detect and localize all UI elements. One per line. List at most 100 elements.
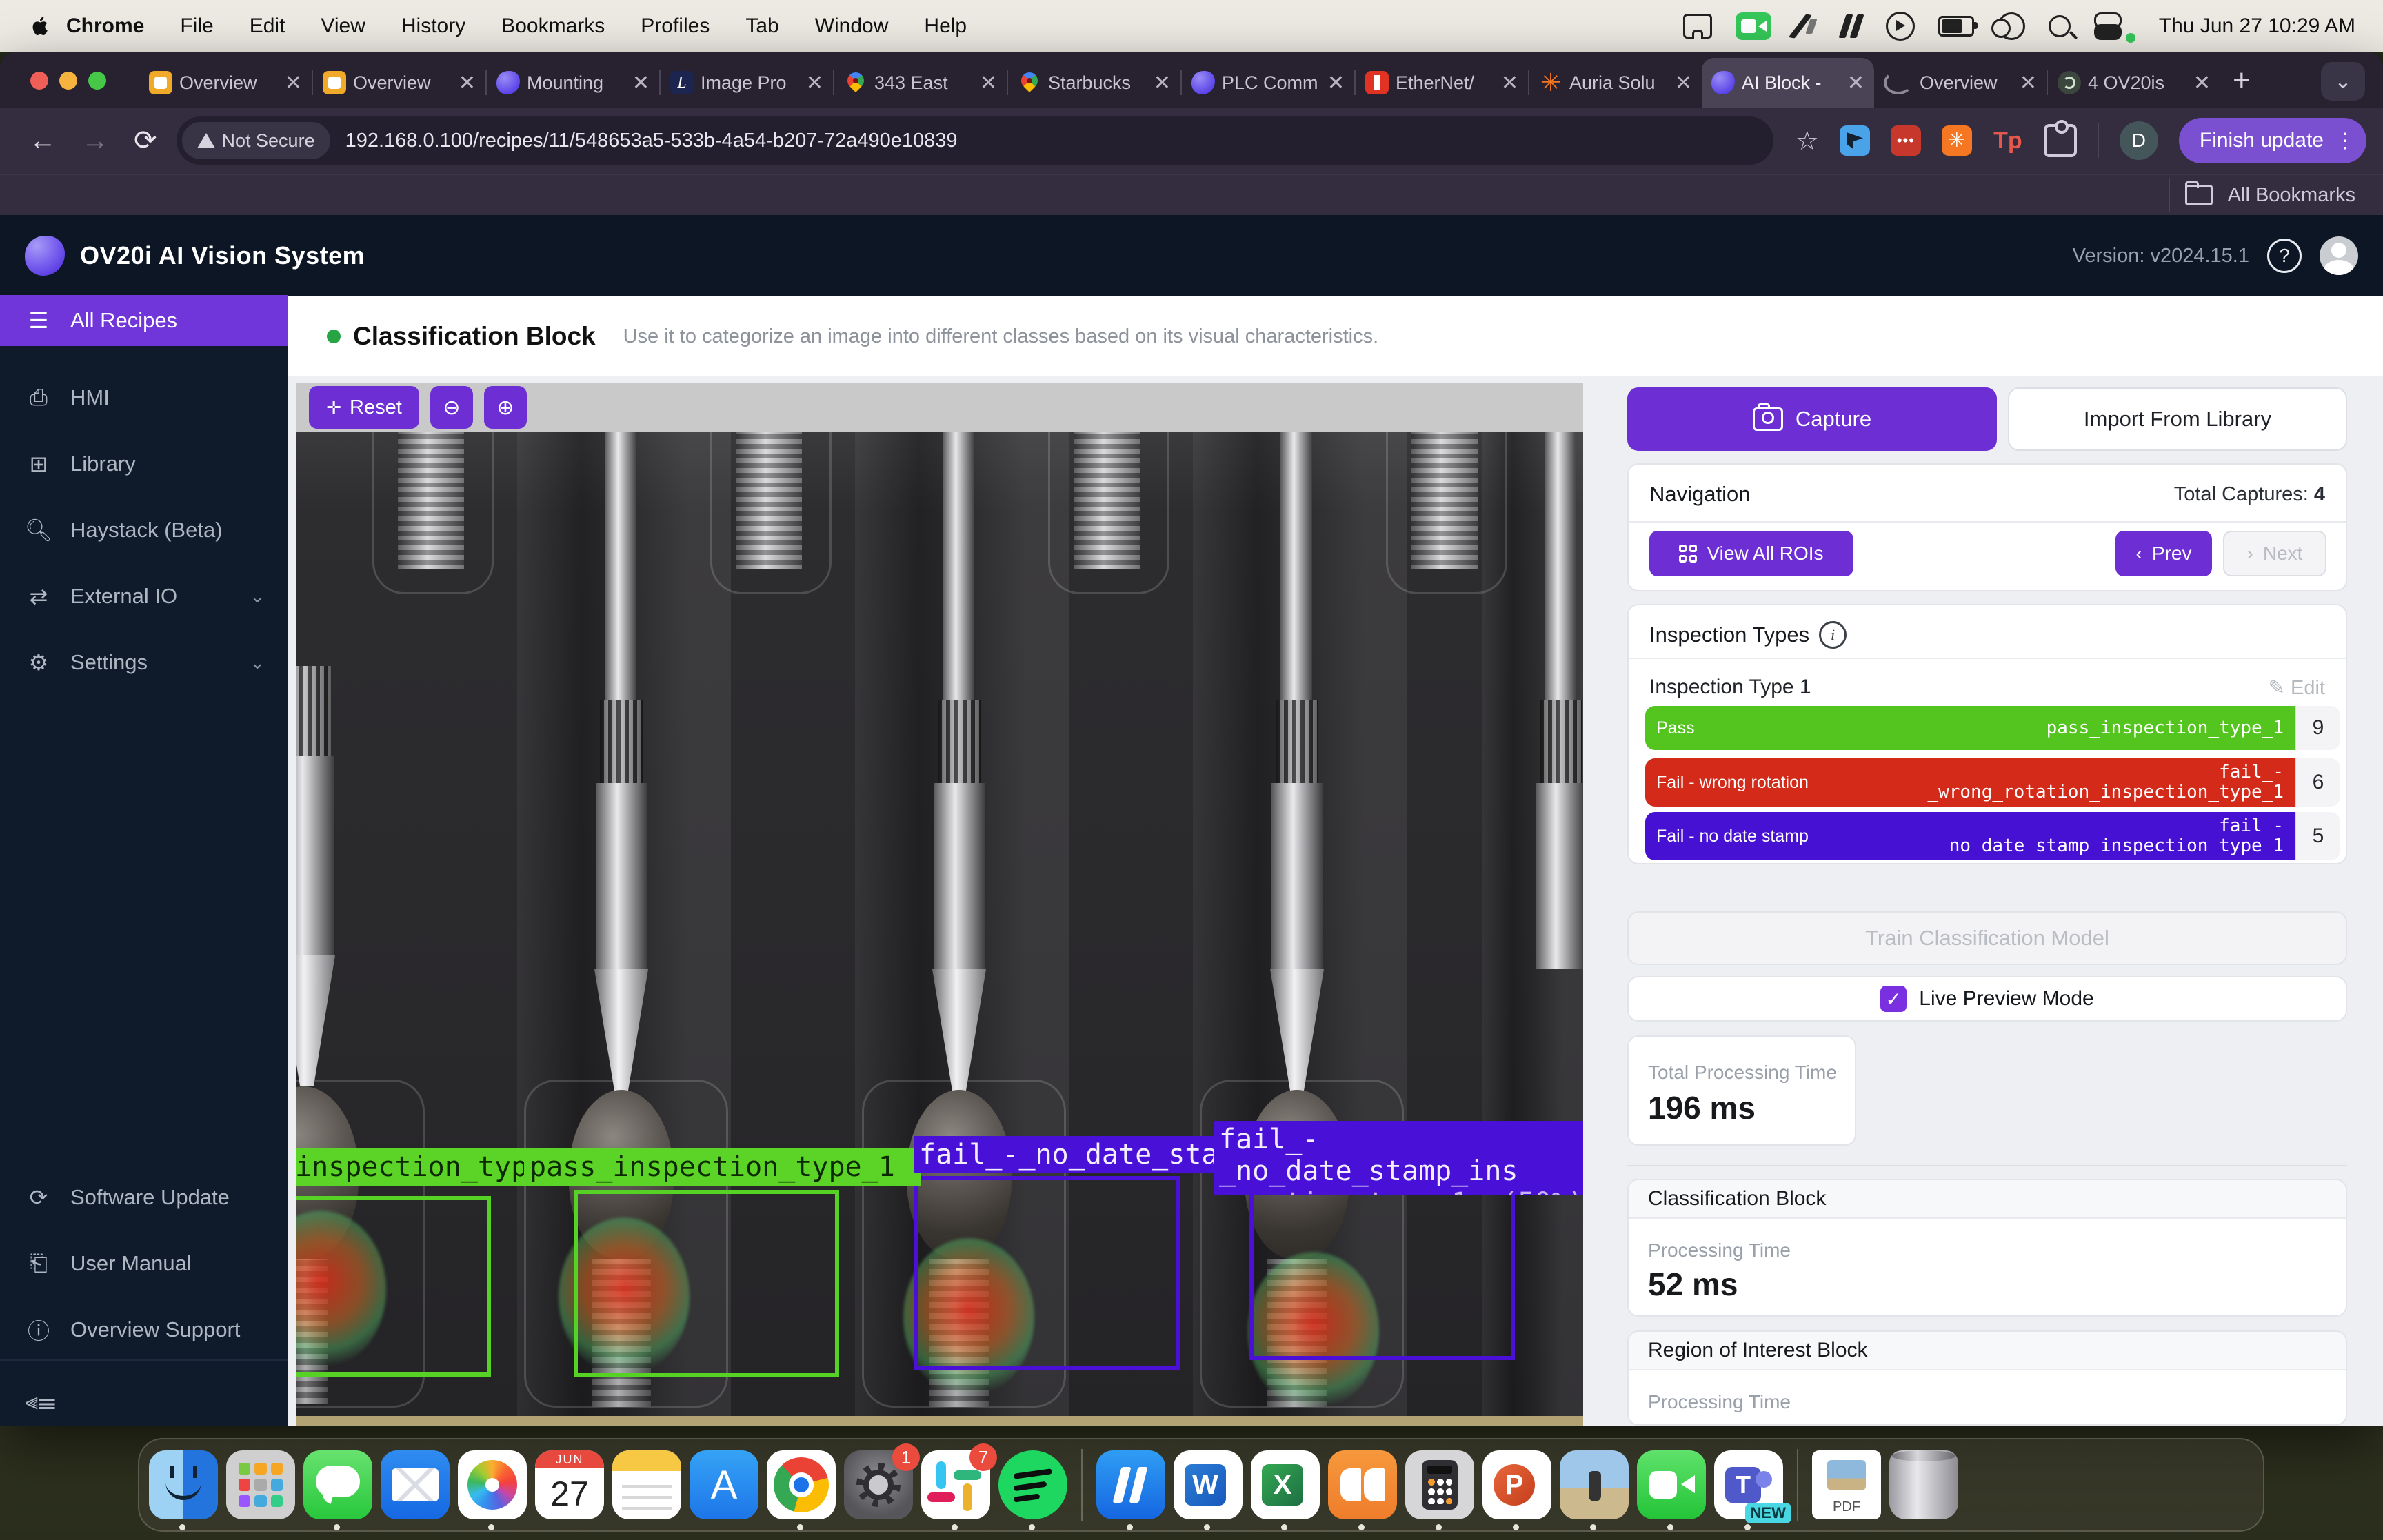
extension-icon[interactable] bbox=[1840, 125, 1870, 156]
help-icon[interactable]: ? bbox=[2267, 239, 2302, 273]
extension-icon[interactable]: Tp bbox=[1993, 125, 2023, 156]
reset-view-button[interactable]: ✛Reset bbox=[309, 386, 419, 429]
dock-teams[interactable]: TNEW bbox=[1714, 1450, 1783, 1519]
edit-button[interactable]: ✎ Edit bbox=[2269, 676, 2325, 700]
dock-slack[interactable]: 7 bbox=[921, 1450, 990, 1519]
sidebar-item-overview-support[interactable]: ⓘOverview Support bbox=[0, 1304, 288, 1355]
keynote-icon[interactable] bbox=[1840, 14, 1862, 38]
dock-facetime[interactable] bbox=[1637, 1450, 1706, 1519]
dock-finder[interactable] bbox=[149, 1450, 218, 1519]
close-tab-icon[interactable]: ✕ bbox=[2020, 71, 2037, 95]
capture-button[interactable]: Capture bbox=[1627, 387, 1997, 451]
inspection-row-pass[interactable]: Passpass_inspection_type_1 9 bbox=[1645, 706, 2340, 750]
address-bar[interactable]: Not Secure 192.168.0.100/recipes/11/5486… bbox=[177, 116, 1773, 165]
dock-word[interactable]: W bbox=[1174, 1450, 1243, 1519]
close-window-button[interactable] bbox=[30, 72, 48, 90]
sidebar-item-all-recipes[interactable]: ☰All Recipes bbox=[0, 295, 288, 346]
info-icon[interactable]: i bbox=[1819, 621, 1847, 649]
close-tab-icon[interactable]: ✕ bbox=[285, 71, 302, 95]
dock-notes[interactable] bbox=[612, 1450, 681, 1519]
user-avatar[interactable] bbox=[2320, 236, 2358, 275]
reload-button[interactable]: ⟳ bbox=[134, 125, 157, 156]
browser-tab[interactable]: Overview✕ bbox=[313, 58, 485, 108]
forward-button[interactable]: → bbox=[81, 125, 109, 156]
dock-keynote[interactable] bbox=[1096, 1450, 1165, 1519]
menu-file[interactable]: File bbox=[180, 14, 213, 38]
browser-tab[interactable]: ✳Auria Solu✕ bbox=[1529, 58, 1702, 108]
close-tab-icon[interactable]: ✕ bbox=[2193, 71, 2211, 95]
zoom-out-button[interactable]: ⊖ bbox=[430, 386, 473, 429]
menu-history[interactable]: History bbox=[401, 14, 465, 38]
next-button[interactable]: ›Next bbox=[2223, 531, 2326, 576]
menu-view[interactable]: View bbox=[321, 14, 365, 38]
inspection-row-fail-rotation[interactable]: Fail - wrong rotationfail_- _wrong_rotat… bbox=[1645, 758, 2340, 807]
browser-tab[interactable]: PLC Comm✕ bbox=[1182, 58, 1354, 108]
extension-icon[interactable] bbox=[1891, 125, 1921, 156]
dock-photos[interactable] bbox=[458, 1450, 527, 1519]
inspection-photo[interactable]: inspection_type_1 pass_inspection_type_1… bbox=[296, 432, 1583, 1426]
dock-spotify[interactable] bbox=[998, 1450, 1067, 1519]
menu-chrome[interactable]: Chrome bbox=[66, 14, 144, 38]
menu-bookmarks[interactable]: Bookmarks bbox=[501, 14, 605, 38]
dock-app-store[interactable] bbox=[690, 1450, 758, 1519]
close-tab-icon[interactable]: ✕ bbox=[1327, 71, 1345, 95]
control-center-icon[interactable] bbox=[2094, 12, 2119, 40]
dock-excel[interactable]: X bbox=[1251, 1450, 1320, 1519]
browser-tab[interactable]: 343 East✕ bbox=[834, 58, 1007, 108]
dock-trash[interactable] bbox=[1889, 1450, 1958, 1519]
sidebar-item-external-io[interactable]: ⇄External IO ⌄ bbox=[0, 571, 288, 622]
profile-avatar[interactable]: D bbox=[2120, 121, 2158, 160]
battery-icon[interactable] bbox=[1938, 16, 1974, 37]
bookmark-star-icon[interactable]: ☆ bbox=[1796, 125, 1819, 156]
live-preview-checkbox[interactable]: ✓ bbox=[1880, 986, 1907, 1012]
menu-edit[interactable]: Edit bbox=[250, 14, 285, 38]
browser-tab-active[interactable]: AI Block -✕ bbox=[1702, 58, 1874, 108]
sidebar-item-software-update[interactable]: ⟳Software Update bbox=[0, 1172, 288, 1223]
sidebar-item-haystack[interactable]: 🔍︎Haystack (Beta) bbox=[0, 505, 288, 556]
zoom-in-button[interactable]: ⊕ bbox=[484, 386, 527, 429]
dock-calculator[interactable] bbox=[1405, 1450, 1474, 1519]
browser-tab[interactable]: Starbucks✕ bbox=[1008, 58, 1180, 108]
close-tab-icon[interactable]: ✕ bbox=[1847, 71, 1864, 95]
dock-calendar[interactable]: JUN27 bbox=[535, 1450, 604, 1519]
menu-tab[interactable]: Tab bbox=[745, 14, 778, 38]
close-tab-icon[interactable]: ✕ bbox=[1154, 71, 1171, 95]
train-classification-model-button[interactable]: Train Classification Model bbox=[1627, 911, 2347, 965]
close-tab-icon[interactable]: ✕ bbox=[459, 71, 476, 95]
sidebar-item-library[interactable]: ⊞Library bbox=[0, 438, 288, 489]
menu-help[interactable]: Help bbox=[924, 14, 967, 38]
sidebar-item-user-manual[interactable]: ⎗User Manual bbox=[0, 1238, 288, 1289]
browser-tab[interactable]: 4 OV20is✕ bbox=[2048, 58, 2220, 108]
screen-mirroring-icon[interactable] bbox=[1683, 14, 1712, 39]
prev-button[interactable]: ‹Prev bbox=[2115, 531, 2212, 576]
close-tab-icon[interactable]: ✕ bbox=[980, 71, 997, 95]
extensions-puzzle-icon[interactable] bbox=[2044, 124, 2077, 157]
dock-powerpoint[interactable]: P bbox=[1482, 1450, 1551, 1519]
close-tab-icon[interactable]: ✕ bbox=[806, 71, 823, 95]
dock-chrome[interactable] bbox=[767, 1450, 836, 1519]
link-icon[interactable] bbox=[1998, 12, 2025, 40]
dock-messages[interactable] bbox=[303, 1450, 372, 1519]
back-button[interactable]: ← bbox=[29, 125, 57, 156]
dock-books[interactable] bbox=[1328, 1450, 1397, 1519]
new-tab-button[interactable]: + bbox=[2233, 63, 2251, 98]
dock-mail[interactable] bbox=[381, 1450, 450, 1519]
browser-tab[interactable]: Overview✕ bbox=[1874, 58, 2047, 108]
collapse-sidebar-button[interactable]: ⫷☰ bbox=[0, 1376, 288, 1427]
inspection-row-fail-datestamp[interactable]: Fail - no date stampfail_- _no_date_stam… bbox=[1645, 812, 2340, 860]
minimize-window-button[interactable] bbox=[59, 72, 77, 90]
dock-system-settings[interactable]: 1 bbox=[844, 1450, 913, 1519]
import-from-library-button[interactable]: Import From Library bbox=[2008, 387, 2347, 451]
menu-clock[interactable]: Thu Jun 27 10:29 AM bbox=[2159, 14, 2355, 38]
zoom-window-button[interactable] bbox=[88, 72, 106, 90]
not-secure-chip[interactable]: Not Secure bbox=[182, 122, 330, 159]
sidebar-item-settings[interactable]: ⚙Settings ⌄ bbox=[0, 637, 288, 688]
close-tab-icon[interactable]: ✕ bbox=[1501, 71, 1518, 95]
dock-preview-photo[interactable] bbox=[1560, 1450, 1629, 1519]
dock-launchpad[interactable] bbox=[226, 1450, 295, 1519]
menu-profiles[interactable]: Profiles bbox=[641, 14, 710, 38]
menu-window[interactable]: Window bbox=[815, 14, 889, 38]
spotlight-icon[interactable] bbox=[2049, 15, 2071, 37]
browser-tab[interactable]: Overview✕ bbox=[139, 58, 312, 108]
facetime-icon[interactable] bbox=[1736, 12, 1771, 40]
